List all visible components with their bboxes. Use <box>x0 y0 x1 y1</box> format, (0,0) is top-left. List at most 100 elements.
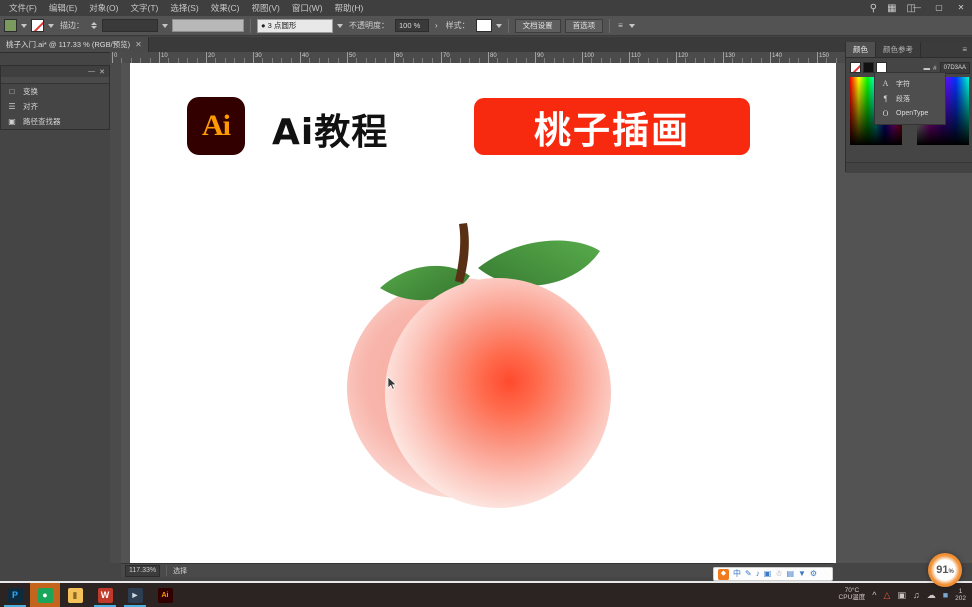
tab-color-guide-label: 颜色参考 <box>883 45 913 54</box>
tray-icons: ^ △ ▣ ♫ ☁ ■ <box>872 590 948 601</box>
security-icon[interactable]: △ <box>884 590 891 601</box>
swatch-black[interactable] <box>863 62 874 73</box>
ruler-tick-label: 90 <box>537 53 544 59</box>
opentype-icon: O <box>882 109 889 118</box>
stroke-color-swatch[interactable] <box>31 19 44 32</box>
stroke-weight-stepper[interactable] <box>90 22 98 29</box>
maximize-button[interactable]: ▢ <box>928 0 950 16</box>
tab-color[interactable]: 颜色 <box>846 42 876 57</box>
menu-item-object[interactable]: 对象(O) <box>83 0 124 16</box>
style-dropdown-icon[interactable] <box>495 23 502 28</box>
panel-item-transform[interactable]: □ 变换 <box>1 84 109 99</box>
zoom-level-input[interactable]: 117.33% <box>125 564 161 577</box>
brush-definition-value: ● 3 点圆形 <box>261 21 297 30</box>
artboard[interactable]: Ai Ai教程 桃子插画 <box>130 63 836 563</box>
collapse-icon[interactable]: — <box>88 68 95 75</box>
stroke-weight-dropdown-icon[interactable] <box>162 23 168 28</box>
opacity-input[interactable]: 100 % <box>395 19 429 32</box>
close-button[interactable]: ✕ <box>950 0 972 16</box>
style-label: 样式： <box>445 21 470 30</box>
title-banner-text: 桃子插画 <box>534 108 690 152</box>
panel-item-pathfinder[interactable]: ▣ 路径查找器 <box>1 114 109 129</box>
peach-svg <box>347 223 611 508</box>
control-divider-3 <box>609 18 611 33</box>
tab-color-guide[interactable]: 颜色参考 <box>876 42 921 57</box>
document-setup-button[interactable]: 文档设置 <box>514 18 561 33</box>
cloud-icon[interactable]: ☁ <box>927 590 936 601</box>
document-tab[interactable]: 桃子入门.ai* @ 117.33 % (RGB/预览) ✕ <box>0 37 149 52</box>
close-icon[interactable]: ✕ <box>99 68 105 76</box>
clock-time: 1 <box>958 587 963 595</box>
stroke-weight-input[interactable] <box>102 19 158 32</box>
menu-item-file[interactable]: 文件(F) <box>3 0 43 16</box>
tone-icon[interactable]: ♪ <box>756 568 760 580</box>
panel-menu-icon[interactable]: ≡ <box>957 42 972 57</box>
ruler-tick-label: 20 <box>208 53 215 59</box>
taskbar-item-wechat[interactable]: ● <box>30 583 60 607</box>
stroke-dropdown-icon[interactable] <box>48 23 54 28</box>
flyout-item-opentype[interactable]: O OpenType <box>875 106 945 121</box>
ruler-tick-label: 80 <box>490 53 497 59</box>
taskbar-item-photoshop[interactable]: P <box>0 583 30 607</box>
menu-item-window[interactable]: 窗口(W) <box>286 0 329 16</box>
taskbar-clock[interactable]: 1 202 <box>955 588 966 602</box>
window-controls: — ▢ ✕ <box>906 0 972 16</box>
badge-unit: % <box>948 569 954 575</box>
flyout-item-paragraph[interactable]: ¶ 段落 <box>875 91 945 106</box>
taskbar-item-file-explorer[interactable]: ▮ <box>60 583 90 607</box>
menu-item-edit[interactable]: 编辑(E) <box>43 0 83 16</box>
fill-dropdown-icon[interactable] <box>21 23 27 28</box>
ruler-tick-label: 30 <box>255 53 262 59</box>
control-overflow-arrow-icon[interactable] <box>628 23 635 28</box>
wechat-icon: ● <box>37 587 53 603</box>
flyout-item-opentype-label: OpenType <box>896 110 929 117</box>
opacity-more-icon[interactable]: › <box>433 21 440 30</box>
transform-icon: □ <box>9 87 15 96</box>
settings-icon[interactable]: ⚙ <box>810 568 817 580</box>
menu-item-help[interactable]: 帮助(H) <box>329 0 370 16</box>
camera-icon: ► <box>127 587 143 603</box>
menu-item-select[interactable]: 选择(S) <box>164 0 204 16</box>
mouse-cursor <box>388 377 398 390</box>
panel-drag-handle[interactable] <box>1 77 109 84</box>
ime-logo-icon[interactable]: ◆ <box>718 568 729 580</box>
minimize-button[interactable]: — <box>906 0 928 16</box>
grid-icon[interactable]: ▦ <box>887 3 896 14</box>
peach-illustration[interactable] <box>335 213 625 513</box>
chinese-mode-icon[interactable]: 中 <box>733 568 741 580</box>
brush-dropdown-icon[interactable] <box>337 23 343 28</box>
toolbox-icon[interactable]: ▤ <box>786 568 794 580</box>
panel-item-align[interactable]: ☰ 对齐 <box>1 99 109 114</box>
stroke-profile-select[interactable] <box>172 19 244 32</box>
chevron-up-icon[interactable]: ^ <box>872 590 876 600</box>
tab-color-label: 颜色 <box>853 45 868 54</box>
fill-color-swatch[interactable] <box>4 19 17 32</box>
funnel-icon[interactable]: ▼ <box>798 568 806 580</box>
pathfinder-icon: ▣ <box>8 117 16 126</box>
keyboard-icon[interactable]: ▣ <box>764 568 772 580</box>
flyout-item-character[interactable]: A 字符 <box>875 76 945 91</box>
taskbar-item-screen-recorder[interactable]: ► <box>120 583 150 607</box>
close-icon[interactable]: ✕ <box>135 40 142 49</box>
preferences-button[interactable]: 首选项 <box>564 18 604 33</box>
illustrator-icon: Ai <box>157 587 173 603</box>
control-overflow-icon[interactable]: ≡ <box>616 21 625 30</box>
current-tool-label[interactable]: 选择 <box>166 565 187 576</box>
menu-item-type[interactable]: 文字(T) <box>124 0 164 16</box>
menu-item-effect[interactable]: 效果(C) <box>205 0 246 16</box>
ai-logo-text: Ai <box>202 109 231 142</box>
person-icon[interactable]: ☃ <box>775 568 782 580</box>
app-icon[interactable]: ■ <box>943 590 948 600</box>
menu-item-view[interactable]: 视图(V) <box>246 0 286 16</box>
pen-icon[interactable]: ✎ <box>745 568 752 580</box>
search-icon[interactable]: ⚲ <box>870 3 877 14</box>
progress-badge[interactable]: 91% <box>928 553 962 587</box>
brush-definition-select[interactable]: ● 3 点圆形 <box>257 18 333 33</box>
cpu-temperature-widget[interactable]: 70°C CPU温度 <box>839 587 866 602</box>
volume-icon[interactable]: ♫ <box>913 590 920 600</box>
network-icon[interactable]: ▣ <box>897 590 906 601</box>
swatch-none[interactable] <box>850 62 861 73</box>
taskbar-item-wps[interactable]: W <box>90 583 120 607</box>
style-swatch[interactable] <box>475 19 492 32</box>
taskbar-item-illustrator[interactable]: Ai <box>150 583 180 607</box>
